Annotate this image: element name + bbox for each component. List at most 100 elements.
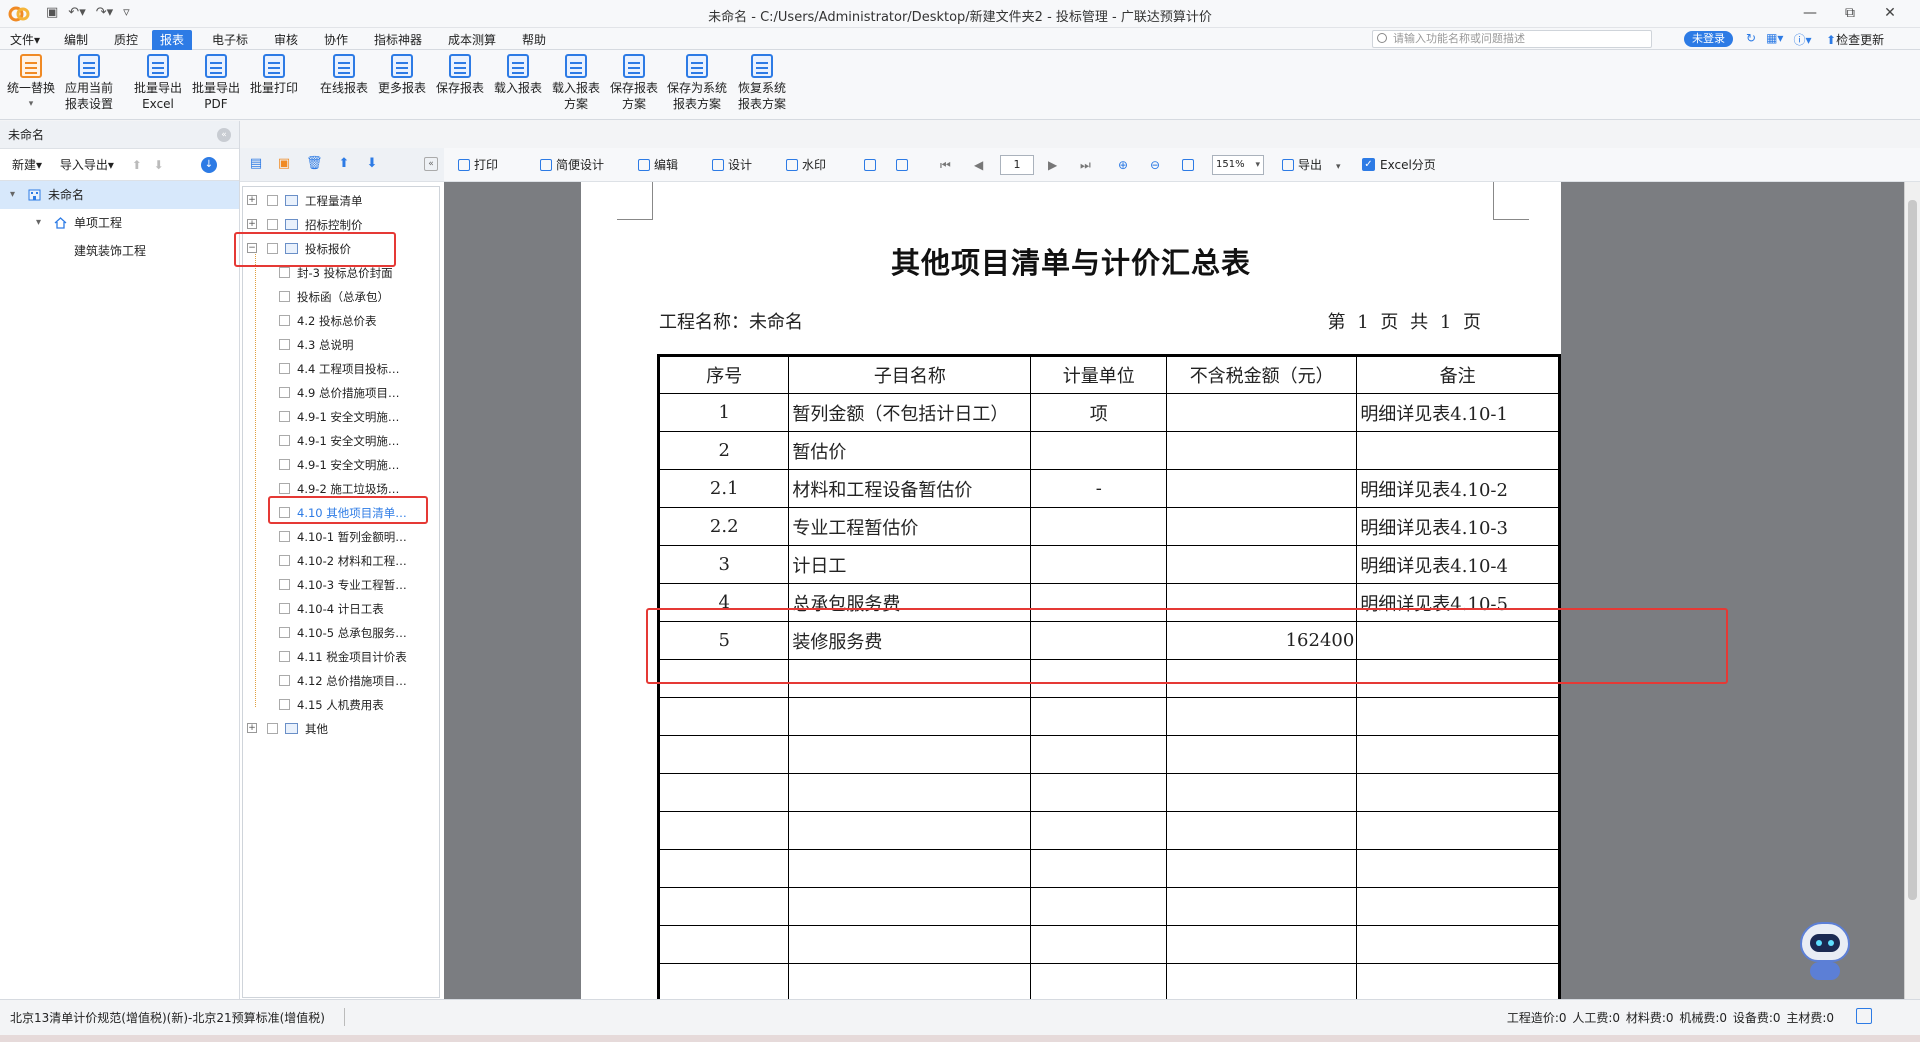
table-cell[interactable] — [1030, 849, 1168, 888]
report-tree-item[interactable]: 4.10-2 材料和工程… — [243, 549, 439, 573]
batch-export-pdf-button[interactable]: 批量导出 PDF — [188, 54, 244, 112]
table-cell[interactable] — [1166, 659, 1358, 698]
menu-help[interactable]: 帮助 — [514, 30, 554, 50]
report-checkbox[interactable] — [279, 459, 290, 470]
report-tree-item[interactable]: 4.11 税金项目计价表 — [243, 645, 439, 669]
menu-qc[interactable]: 质控 — [106, 30, 146, 50]
table-cell[interactable] — [788, 735, 1032, 774]
report-tree-item[interactable]: 4.12 总价措施项目… — [243, 669, 439, 693]
table-cell[interactable]: 计日工 — [788, 545, 1032, 584]
report-checkbox[interactable] — [279, 291, 290, 302]
assistant-robot-icon[interactable] — [1796, 922, 1854, 984]
table-cell[interactable] — [657, 773, 790, 812]
table-cell[interactable]: 4 — [657, 583, 790, 622]
table-cell[interactable]: - — [1030, 469, 1168, 508]
table-cell[interactable] — [788, 773, 1032, 812]
report-checkbox[interactable] — [279, 651, 290, 662]
download-icon[interactable]: ↓ — [201, 157, 217, 173]
expand-toggle-icon[interactable]: + — [247, 195, 257, 205]
save-system-scheme-button[interactable]: 保存为系统 报表方案 — [664, 54, 730, 112]
table-cell[interactable] — [1030, 431, 1168, 470]
table-cell[interactable] — [1030, 773, 1168, 812]
table-cell[interactable]: 2.1 — [657, 469, 790, 508]
report-tree-item[interactable]: 4.15 人机费用表 — [243, 693, 439, 717]
load-report-button[interactable]: 载入报表 — [490, 54, 546, 96]
table-cell[interactable] — [1030, 583, 1168, 622]
report-tree-item[interactable]: 4.10-3 专业工程暂… — [243, 573, 439, 597]
report-checkbox[interactable] — [279, 363, 290, 374]
table-cell[interactable] — [1166, 469, 1358, 508]
move-down-icon[interactable]: ⬇ — [154, 158, 164, 172]
move-down-icon[interactable]: ⬇ — [364, 156, 380, 172]
report-checkbox[interactable] — [279, 555, 290, 566]
menu-index-tool[interactable]: 指标神器 — [366, 30, 430, 50]
table-cell[interactable]: 3 — [657, 545, 790, 584]
table-cell[interactable] — [788, 887, 1032, 926]
restore-system-scheme-button[interactable]: 恢复系统 报表方案 — [732, 54, 792, 112]
report-tree-item[interactable]: 4.2 投标总价表 — [243, 309, 439, 333]
table-cell[interactable] — [788, 963, 1032, 999]
save-report-scheme-button[interactable]: 保存报表 方案 — [606, 54, 662, 112]
menu-audit[interactable]: 审核 — [266, 30, 306, 50]
table-cell[interactable]: 1 — [657, 393, 790, 432]
check-update-button[interactable]: ⬆检查更新 — [1826, 31, 1884, 48]
table-cell[interactable]: 明细详见表4.10-5 — [1356, 583, 1560, 622]
table-cell[interactable]: 项 — [1030, 393, 1168, 432]
table-cell[interactable] — [1030, 507, 1168, 546]
table-cell[interactable] — [1356, 697, 1560, 736]
report-tree-item[interactable]: + 其他 — [243, 717, 439, 741]
report-checkbox[interactable] — [279, 315, 290, 326]
table-cell[interactable] — [1166, 735, 1358, 774]
report-checkbox[interactable] — [279, 267, 290, 278]
table-cell[interactable] — [657, 887, 790, 926]
table-cell[interactable] — [1356, 659, 1560, 698]
report-checkbox[interactable] — [279, 531, 290, 542]
table-cell[interactable] — [1166, 431, 1358, 470]
report-tree-item[interactable]: 4.10 其他项目清单… — [243, 501, 439, 525]
tree-node-unit-project[interactable]: 建筑装饰工程 — [0, 237, 239, 265]
report-tree-item[interactable]: + 工程量清单 — [243, 189, 439, 213]
table-cell[interactable] — [1030, 811, 1168, 850]
edit-button[interactable]: 编辑 — [638, 156, 678, 174]
apps-icon[interactable]: ▦▾ — [1766, 31, 1783, 48]
table-cell[interactable] — [1030, 697, 1168, 736]
menu-collab[interactable]: 协作 — [316, 30, 356, 50]
table-cell[interactable] — [1166, 849, 1358, 888]
apply-report-settings-button[interactable]: 应用当前 报表设置 — [60, 54, 118, 112]
table-cell[interactable] — [1356, 621, 1560, 660]
menu-e-bid[interactable]: 电子标 — [204, 30, 256, 50]
refresh-icon[interactable]: ↻ — [1746, 31, 1756, 48]
more-reports-button[interactable]: 更多报表 — [374, 54, 430, 96]
load-report-scheme-button[interactable]: 载入报表 方案 — [548, 54, 604, 112]
table-cell[interactable] — [657, 811, 790, 850]
double-page-view-button[interactable] — [896, 156, 912, 174]
table-cell[interactable] — [1030, 887, 1168, 926]
close-button[interactable]: ✕ — [1870, 2, 1910, 24]
expand-icon[interactable]: ▾ — [10, 181, 15, 209]
report-tree-item[interactable]: 4.9-1 安全文明施… — [243, 405, 439, 429]
menu-report[interactable]: 报表 — [152, 30, 193, 50]
table-cell[interactable] — [1030, 621, 1168, 660]
table-cell[interactable] — [1356, 735, 1560, 774]
report-tree-item[interactable]: 4.10-1 暂列金额明… — [243, 525, 439, 549]
table-cell[interactable] — [1166, 507, 1358, 546]
watermark-button[interactable]: 水印 — [786, 156, 826, 174]
table-cell[interactable] — [1166, 583, 1358, 622]
collapse-icon[interactable]: « — [217, 128, 231, 142]
menu-file[interactable]: 文件▾ — [2, 30, 48, 50]
table-cell[interactable]: 明细详见表4.10-1 — [1356, 393, 1560, 432]
report-checkbox[interactable] — [279, 699, 290, 710]
new-button[interactable]: 新建▾ — [12, 158, 42, 172]
add-report-icon[interactable]: ▤ — [248, 156, 264, 172]
table-cell[interactable]: 明细详见表4.10-2 — [1356, 469, 1560, 508]
print-button[interactable]: 打印 — [458, 156, 498, 174]
report-checkbox[interactable] — [279, 435, 290, 446]
first-page-icon[interactable]: ⏮ — [940, 156, 951, 174]
menu-cost-estimate[interactable]: 成本测算 — [440, 30, 504, 50]
table-cell[interactable] — [1356, 431, 1560, 470]
layout-icon[interactable] — [1856, 1008, 1872, 1024]
table-cell[interactable] — [1030, 659, 1168, 698]
report-checkbox[interactable] — [267, 723, 278, 734]
report-checkbox[interactable] — [279, 411, 290, 422]
table-cell[interactable] — [1030, 963, 1168, 999]
